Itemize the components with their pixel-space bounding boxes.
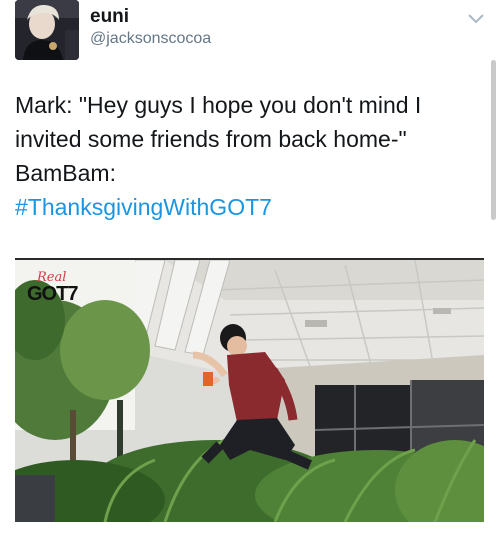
logo-got7-text: GOT7	[27, 283, 78, 305]
tweet-text: Mark: "Hey guys I hope you don't mind I …	[15, 88, 485, 224]
tweet-media[interactable]: Real GOT7	[15, 258, 484, 522]
tweet-text-line: invited some friends from back home-"	[15, 126, 407, 152]
scrollbar[interactable]	[491, 60, 496, 220]
display-name[interactable]: euni	[90, 6, 129, 28]
tweet-text-line: Mark: "Hey guys I hope you don't mind I	[15, 92, 422, 118]
tweet-text-line: BamBam:	[15, 160, 116, 186]
avatar[interactable]	[15, 0, 79, 60]
user-handle[interactable]: @jacksonscocoa	[90, 30, 211, 48]
chevron-down-icon[interactable]	[466, 12, 486, 26]
tweet: euni @jacksonscocoa Mark: "Hey guys I ho…	[0, 0, 500, 534]
media-image	[15, 260, 484, 522]
hashtag-link[interactable]: #ThanksgivingWithGOT7	[15, 190, 485, 224]
avatar-image	[15, 0, 79, 60]
